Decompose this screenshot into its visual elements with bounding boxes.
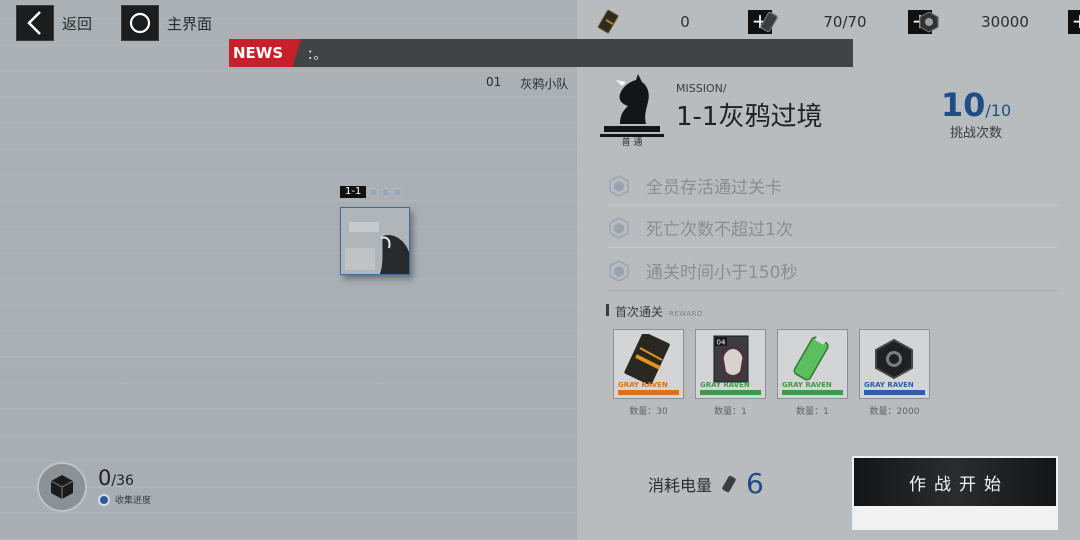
back-label: 返回 [62, 14, 93, 33]
cost-label: 消耗电量 [648, 475, 713, 495]
mission-title: 1-1灰鸦过境 [676, 102, 823, 132]
collection-cube-button[interactable] [37, 462, 87, 512]
star-icon [381, 187, 391, 197]
attempts-label: 挑战次数 [949, 126, 1002, 141]
objective-text: 全员存活通过关卡 [646, 178, 782, 198]
rarity-strip [782, 390, 843, 395]
knight-chess-emblem: 普 通 [600, 72, 664, 148]
stage-node-1-1[interactable] [340, 207, 410, 275]
star-icon [369, 187, 379, 197]
chevron-left-icon [16, 5, 54, 41]
star-icon [393, 187, 403, 197]
nut-value: 30000 [981, 13, 1029, 31]
reward-quantity: 数量：1 [796, 407, 829, 417]
attempts-max: /10 [985, 101, 1012, 120]
start-button-face: 作战开始 [854, 458, 1056, 506]
resource-nut: 30000 + [916, 8, 1080, 36]
rewards-header: 首次通关 REWARD [606, 303, 703, 320]
rarity-strip [700, 390, 761, 395]
reward-item[interactable]: GRAY RAVEN 数量：30 [613, 329, 684, 417]
collection-total: /36 [111, 473, 134, 489]
ticket-icon [596, 9, 622, 35]
home-label: 主界面 [167, 14, 213, 33]
battery-value: 70/70 [823, 13, 867, 31]
ticket-value: 0 [680, 13, 690, 31]
stage-thumbnail-image [341, 208, 409, 274]
attempts-current: 10 [940, 86, 986, 124]
squad-name: 灰鸦小队 [520, 77, 569, 91]
add-nut-button[interactable]: + [1068, 10, 1080, 34]
reward-item[interactable]: 04 GRAY RAVEN 数量：1 [695, 329, 766, 417]
collection-dot-icon [98, 493, 110, 506]
reward-card: GRAY RAVEN [777, 329, 848, 399]
reward-card: GRAY RAVEN [859, 329, 930, 399]
home-button[interactable]: 主界面 [121, 5, 212, 41]
rewards-subtitle: REWARD [669, 310, 703, 318]
rarity-strip [618, 390, 679, 395]
battery-icon [756, 9, 782, 35]
battery-icon [722, 475, 736, 492]
stage-tag: 1-1 [340, 186, 403, 198]
cube-icon [50, 475, 74, 499]
reward-brand: GRAY RAVEN [618, 381, 668, 389]
objective-text: 死亡次数不超过1次 [646, 220, 793, 240]
header-bar [606, 304, 609, 316]
squad-label: 01 灰鸦小队 [486, 75, 568, 92]
start-button-label: 作战开始 [909, 474, 1009, 495]
rewards-title: 首次通关 [615, 305, 664, 319]
attempts-counter: 10/10 挑战次数 [930, 86, 1022, 141]
mission-label: MISSION/ [676, 82, 727, 95]
objective-row: 死亡次数不超过1次 [608, 208, 1058, 248]
reward-brand: GRAY RAVEN [782, 381, 832, 389]
hexagon-star-icon [609, 216, 629, 239]
resource-ticket: 0 + [596, 8, 772, 36]
nut-icon [916, 9, 942, 35]
reward-card: 04 GRAY RAVEN [695, 329, 766, 399]
rarity-strip [864, 390, 925, 395]
energy-cost: 消耗电量 6 [648, 467, 764, 500]
collection-count: 0/36 [98, 466, 134, 490]
news-tag: NEWS [229, 39, 301, 67]
ticket-item-icon [624, 334, 670, 384]
reward-quantity: 数量：1 [714, 407, 747, 417]
hexagon-star-icon [609, 259, 629, 282]
reward-quantity: 数量：2000 [869, 407, 920, 417]
objective-text: 通关时间小于150秒 [646, 263, 798, 283]
hexagon-star-icon [609, 174, 629, 197]
back-button[interactable]: 返回 [16, 5, 92, 41]
reward-item[interactable]: GRAY RAVEN 数量：2000 [859, 329, 930, 417]
start-battle-button[interactable]: 作战开始 [852, 456, 1058, 530]
collection-label: 收集进度 [98, 493, 151, 506]
squad-number: 01 [486, 75, 502, 89]
collection-label-text: 收集进度 [115, 496, 152, 506]
collection-current: 0 [98, 466, 112, 490]
character-card-icon: 04 [713, 335, 749, 383]
reward-item[interactable]: GRAY RAVEN 数量：1 [777, 329, 848, 417]
news-text: ：。 [307, 47, 327, 63]
objective-row: 通关时间小于150秒 [608, 251, 1058, 291]
reward-brand: GRAY RAVEN [864, 381, 914, 389]
reward-card: GRAY RAVEN [613, 329, 684, 399]
news-ticker[interactable]: NEWS ：。 [229, 39, 853, 67]
nut-item-icon [875, 338, 913, 380]
svg-text:04: 04 [717, 339, 726, 347]
cost-value: 6 [746, 467, 764, 500]
resource-battery: 70/70 + [756, 8, 932, 36]
battery-item-icon [793, 335, 829, 381]
home-circle-icon [121, 5, 159, 41]
reward-quantity: 数量：30 [629, 407, 668, 417]
objective-row: 全员存活通过关卡 [608, 166, 1058, 206]
stage-id: 1-1 [340, 186, 367, 198]
difficulty-label: 普 通 [622, 136, 643, 148]
reward-brand: GRAY RAVEN [700, 381, 750, 389]
